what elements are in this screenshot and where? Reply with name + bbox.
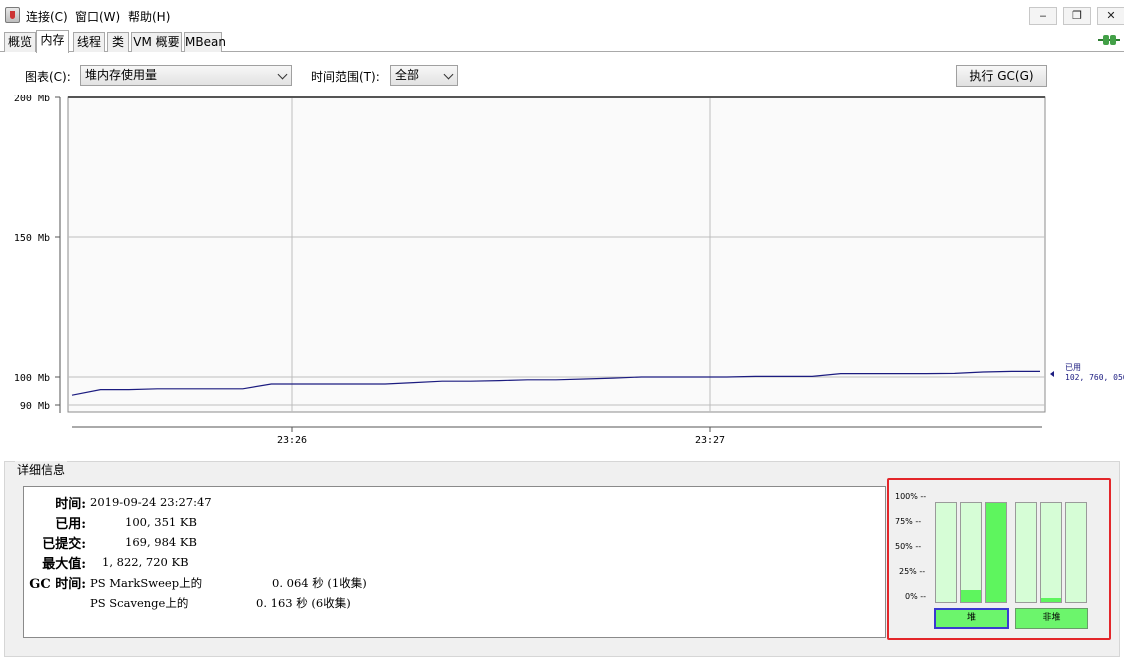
detail-row-time: 时间: [24, 493, 86, 512]
detail-value: 100, 351 KB [125, 515, 197, 529]
memory-chart: 200 Mb 150 Mb 100 Mb 90 Mb 23:26 23:27 已用 10… [14, 95, 1124, 446]
tab-classes[interactable]: 类 [107, 32, 129, 52]
detail-row-committed: 已提交: [24, 533, 86, 552]
menu-window[interactable]: 窗口(W) [75, 8, 120, 25]
java-app-icon [5, 7, 20, 23]
detail-row-gc-time: GC 时间: [24, 573, 86, 592]
pool-usage-fill [986, 503, 1006, 602]
detail-value: 2019-09-24 23:27:47 [90, 495, 212, 509]
detail-key: 已用: [55, 517, 86, 532]
x-axis-ticks: 23:26 23:27 [277, 427, 725, 446]
chevron-down-icon [443, 69, 454, 80]
details-panel: 详细信息 时间: 2019-09-24 23:27:47 已用: 100, 35… [4, 461, 1120, 657]
time-range-value: 全部 [395, 68, 420, 82]
memory-panel: 图表(C): 堆内存使用量 时间范围(T): 全部 执行 GC(G) 200 M… [0, 53, 1124, 659]
y-tick-label: 100 Mb [14, 373, 50, 384]
y-tick-label: 150 Mb [14, 233, 50, 244]
chart-select-value: 堆内存使用量 [85, 68, 158, 82]
connection-status-icon [1098, 35, 1120, 45]
gc-collector-time: 0. 163 秒 (6收集) [256, 596, 351, 610]
pool-tick-label: 100% -- [895, 492, 927, 501]
nonheap-pool-bar[interactable] [1015, 502, 1037, 603]
detail-key: 已提交: [42, 537, 86, 552]
nonheap-button[interactable]: 非堆 [1015, 608, 1088, 629]
gc-collector-time: 0. 064 秒 (1收集) [272, 576, 367, 590]
detail-row-max: 最大值: [24, 553, 86, 572]
y-axis-ticks: 200 Mb 150 Mb 100 Mb 90 Mb [14, 95, 60, 412]
menu-connection[interactable]: 连接(C) [26, 8, 68, 25]
pool-usage-fill [961, 590, 981, 602]
pool-usage-fill [1041, 598, 1061, 602]
current-value-name: 已用 [1065, 363, 1081, 372]
current-value-readout: 102, 760, 056 [1065, 373, 1124, 382]
current-value-marker [1050, 371, 1054, 377]
nonheap-pool-bar[interactable] [1065, 502, 1087, 603]
menu-help[interactable]: 帮助(H) [128, 8, 170, 25]
time-range-label: 时间范围(T): [311, 70, 380, 84]
detail-key: 时间: [55, 497, 86, 512]
plot-area [67, 96, 1046, 413]
x-tick-label: 23:27 [695, 435, 725, 446]
memory-pools-panel: 100% -- 75% -- 50% -- 25% -- 0% -- 堆 非堆 [887, 478, 1111, 640]
heap-pool-bar[interactable] [935, 502, 957, 603]
detail-value: 1, 822, 720 KB [102, 555, 189, 569]
time-range-select[interactable]: 全部 [390, 65, 458, 86]
tab-vm-summary[interactable]: VM 概要 [131, 32, 182, 52]
pool-tick-label: 75% -- [895, 517, 922, 526]
details-title: 详细信息 [15, 461, 68, 478]
detail-value: 169, 984 KB [125, 535, 197, 549]
pool-tick-label: 50% -- [895, 542, 922, 551]
gc-collector-name: PS MarkSweep上的 [90, 576, 203, 590]
heap-pool-bar[interactable] [960, 502, 982, 603]
chart-select[interactable]: 堆内存使用量 [80, 65, 292, 86]
detail-key: 最大值: [42, 557, 86, 572]
minimize-button[interactable]: ‒ [1029, 7, 1057, 25]
heap-pool-bar[interactable] [985, 502, 1007, 603]
perform-gc-button[interactable]: 执行 GC(G) [956, 65, 1047, 87]
detail-key: GC 时间: [29, 577, 86, 592]
tab-overview[interactable]: 概览 [4, 32, 36, 52]
menu-bar: 连接(C) 窗口(W) 帮助(H) ‒ ❐ ✕ [0, 0, 1124, 30]
y-tick-label: 200 Mb [14, 95, 50, 104]
y-tick-label: 90 Mb [20, 401, 50, 412]
x-tick-label: 23:26 [277, 435, 307, 446]
nonheap-pool-bar[interactable] [1040, 502, 1062, 603]
tab-threads[interactable]: 线程 [73, 32, 105, 52]
tab-bar: 概览 内存 线程 类 VM 概要 MBean [0, 30, 1124, 53]
detail-row-used: 已用: [24, 513, 86, 532]
restore-button[interactable]: ❐ [1063, 7, 1091, 25]
gc-collector-name: PS Scavenge上的 [90, 596, 189, 610]
chevron-down-icon [277, 69, 288, 80]
close-button[interactable]: ✕ [1097, 7, 1124, 25]
heap-button[interactable]: 堆 [934, 608, 1009, 629]
chart-label: 图表(C): [25, 70, 71, 84]
details-info-box: 时间: 2019-09-24 23:27:47 已用: 100, 351 KB … [23, 486, 886, 638]
tab-mbean[interactable]: MBean [184, 32, 226, 52]
pool-tick-label: 25% -- [899, 567, 926, 576]
tab-memory[interactable]: 内存 [36, 30, 69, 53]
